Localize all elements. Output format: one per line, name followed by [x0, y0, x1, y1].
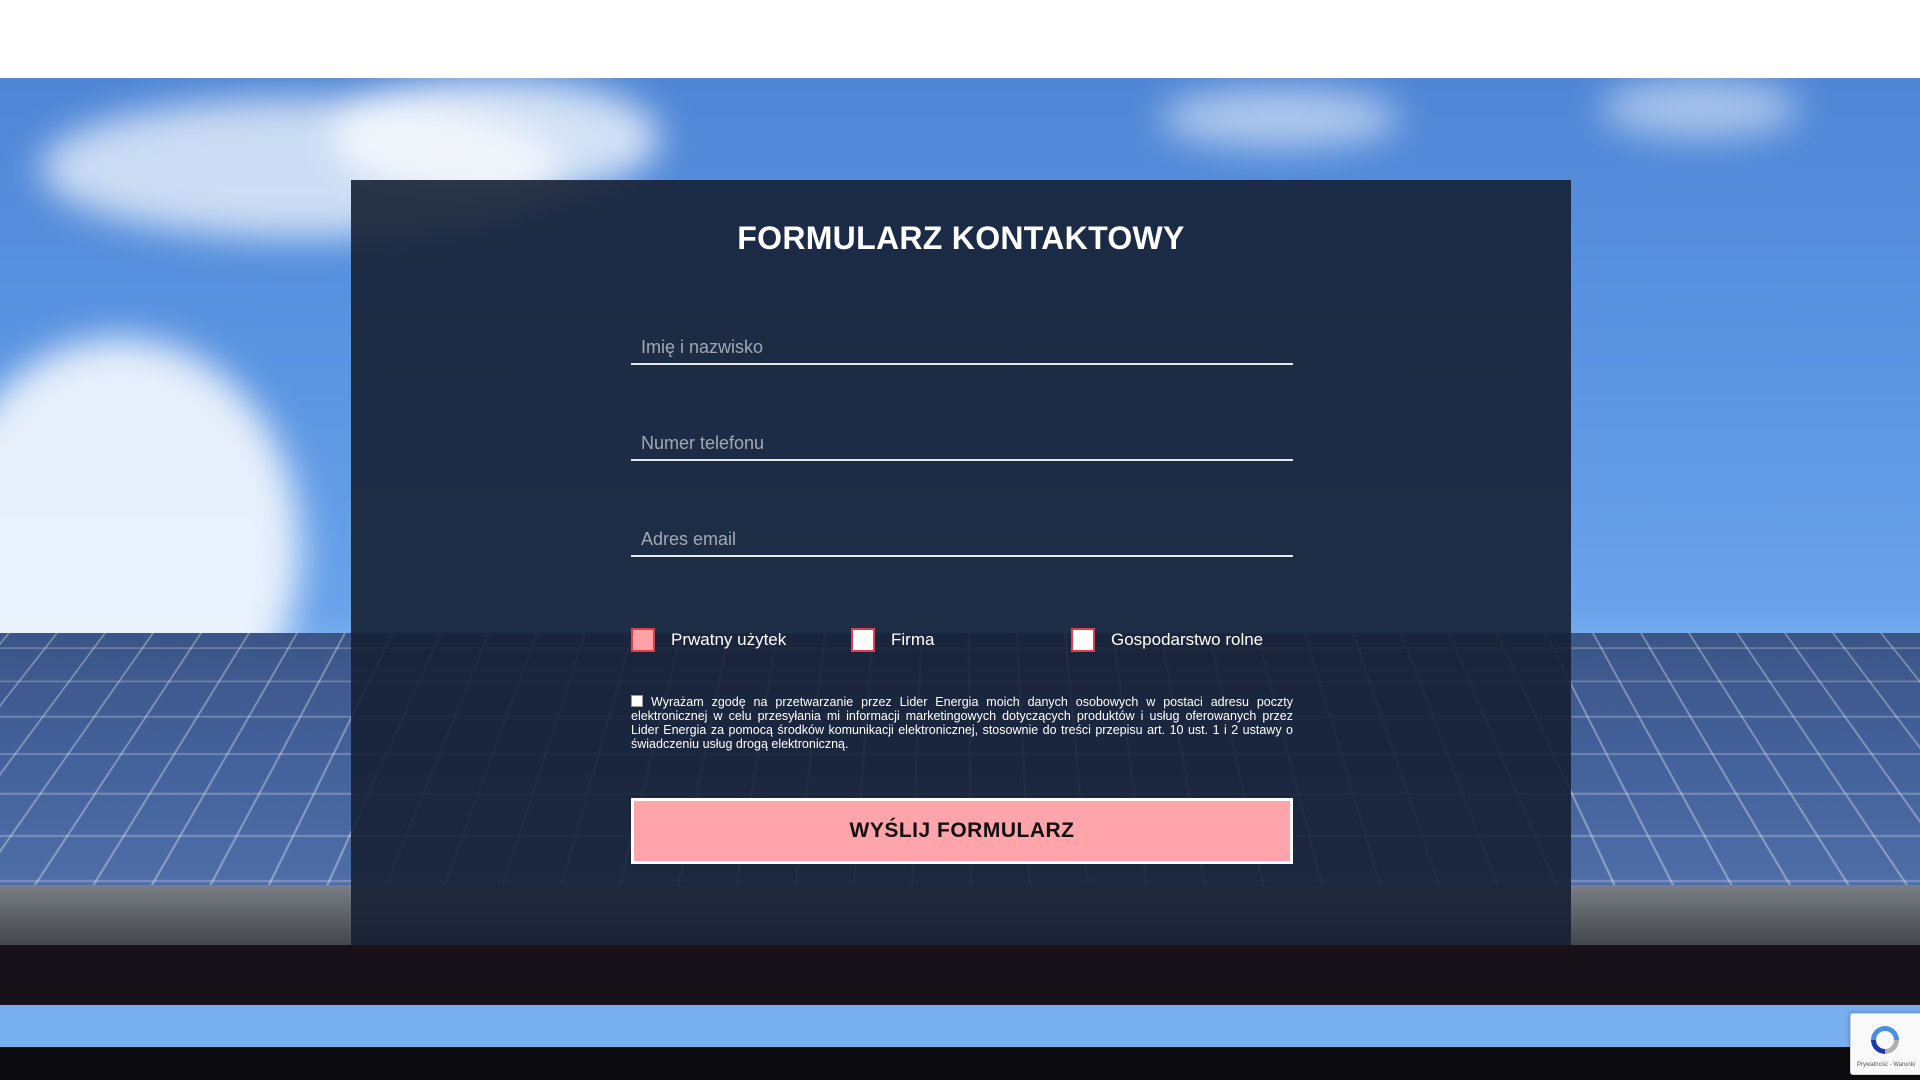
recaptcha-icon: [1871, 1026, 1899, 1054]
phone-field[interactable]: [631, 421, 1293, 461]
cloud-decoration: [1160, 88, 1400, 148]
email-field[interactable]: [631, 517, 1293, 557]
consent-block: Wyrażam zgodę na przetwarzanie przez Lid…: [631, 695, 1293, 751]
consent-text: Wyrażam zgodę na przetwarzanie przez Lid…: [631, 695, 1293, 751]
customer-type-company[interactable]: Firma: [851, 627, 934, 653]
recaptcha-badge[interactable]: Prywatność - Warunki: [1850, 1013, 1920, 1075]
customer-type-farm[interactable]: Gospodarstwo rolne: [1071, 627, 1263, 653]
consent-checkbox[interactable]: [631, 695, 643, 707]
footer-strip: [0, 1047, 1920, 1080]
customer-type-label: Prwatny użytek: [671, 630, 787, 649]
name-input[interactable]: [631, 325, 1293, 363]
phone-input[interactable]: [631, 421, 1293, 459]
contact-form: FORMULARZ KONTAKTOWY Prwatny użytek Firm…: [351, 180, 1571, 945]
ground-shadow: [0, 945, 1920, 1005]
submit-button[interactable]: WYŚLIJ FORMULARZ: [631, 798, 1293, 864]
customer-type-label: Firma: [891, 630, 935, 649]
form-title: FORMULARZ KONTAKTOWY: [737, 220, 1185, 256]
checkbox-private[interactable]: [631, 628, 655, 652]
checkbox-company[interactable]: [851, 628, 875, 652]
email-input[interactable]: [631, 517, 1293, 555]
top-bar: [0, 0, 1920, 78]
customer-type-private[interactable]: Prwatny użytek: [631, 627, 786, 653]
checkbox-farm[interactable]: [1071, 628, 1095, 652]
customer-type-label: Gospodarstwo rolne: [1111, 630, 1264, 649]
cloud-decoration: [1600, 78, 1800, 138]
recaptcha-text: Prywatność - Warunki: [1856, 1062, 1916, 1068]
name-field[interactable]: [631, 325, 1293, 365]
